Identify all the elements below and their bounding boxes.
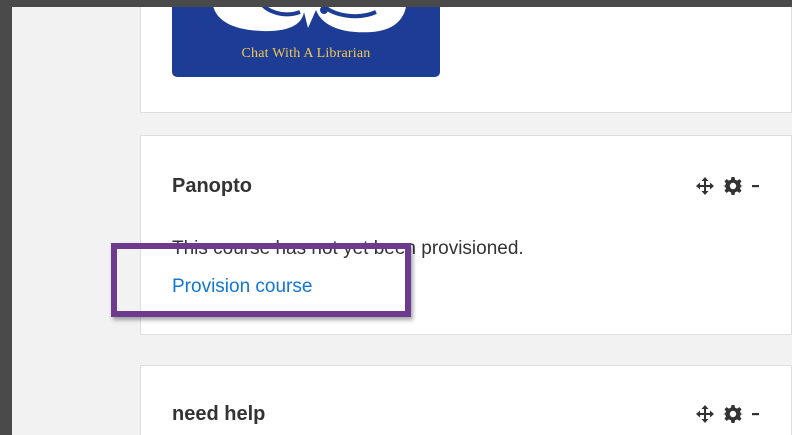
move-icon[interactable] xyxy=(695,404,715,424)
chat-with-librarian-logo[interactable]: Chat With A Librarian xyxy=(172,7,440,77)
block-controls xyxy=(695,404,761,424)
chat-librarian-block: Chat With A Librarian xyxy=(140,7,792,113)
caret-down-icon[interactable] xyxy=(751,404,761,424)
annotation-highlight-box xyxy=(111,243,411,317)
logo-text: Chat With A Librarian xyxy=(241,46,371,61)
block-title: Panopto xyxy=(172,175,252,197)
block-title: need help xyxy=(172,403,266,425)
block-controls xyxy=(695,176,761,196)
course-page: Chat With A Librarian Panopto This cours… xyxy=(12,7,792,435)
need-help-block: need help xyxy=(140,365,792,435)
gear-icon[interactable] xyxy=(723,404,743,424)
gear-icon[interactable] xyxy=(723,176,743,196)
move-icon[interactable] xyxy=(695,176,715,196)
caret-down-icon[interactable] xyxy=(751,176,761,196)
speech-bubbles-icon xyxy=(213,7,406,33)
